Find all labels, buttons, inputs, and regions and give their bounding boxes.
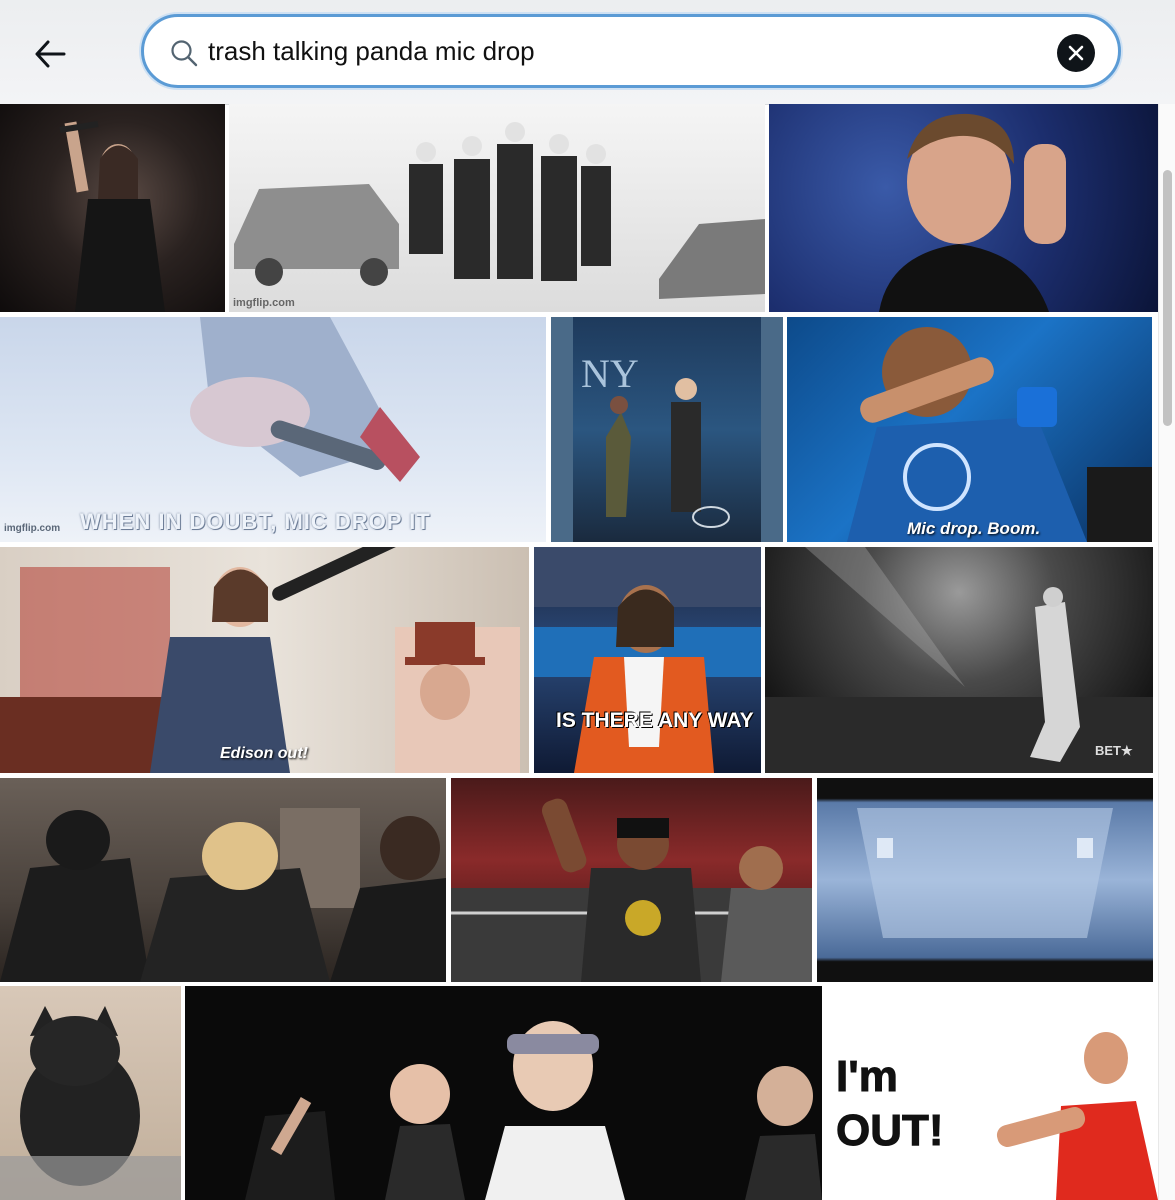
gif-wrestler-finger-gesture[interactable] — [769, 104, 1158, 312]
clear-search-button[interactable] — [1057, 34, 1095, 72]
cat-figure — [0, 1006, 181, 1200]
host-figure — [534, 547, 761, 773]
gif-caption: WHEN IN DOUBT, MIC DROP IT — [80, 509, 431, 534]
gif-caption: Mic drop. Boom. — [907, 519, 1041, 538]
imgflip-watermark: imgflip.com — [4, 523, 61, 534]
back-button[interactable] — [28, 32, 72, 76]
close-x-icon — [1068, 45, 1084, 61]
stage-walker-figure — [765, 547, 1153, 773]
gif-group-dance-cars[interactable]: imgflip.com — [229, 104, 765, 312]
ring-wrestlers-figure — [451, 798, 812, 982]
imgflip-watermark: imgflip.com — [233, 297, 295, 309]
gif-is-there-any-way[interactable]: IS THERE ANY WAY — [534, 547, 761, 773]
performers-figure — [245, 1021, 822, 1200]
gif-singer-mic-raise[interactable] — [0, 104, 225, 312]
gif-when-in-doubt[interactable]: WHEN IN DOUBT, MIC DROP IT imgflip.com — [0, 317, 546, 542]
gif-black-cat[interactable] — [0, 986, 181, 1200]
results-scrollbar[interactable] — [1158, 104, 1175, 1200]
group-jackets-figure — [0, 808, 446, 982]
gif-empty-room[interactable] — [817, 778, 1153, 982]
gif-wrestler-mic-drop[interactable]: Mic drop. Boom. — [787, 317, 1152, 542]
scrollbar-thumb[interactable] — [1163, 170, 1172, 426]
gif-im-out[interactable]: I'm OUT! — [826, 986, 1158, 1200]
gif-group-performance[interactable] — [185, 986, 822, 1200]
gif-caption: Edison out! — [220, 745, 308, 762]
svg-text:NY: NY — [581, 351, 639, 396]
dancers-figure: imgflip.com — [233, 122, 765, 309]
search-header — [0, 0, 1175, 105]
arrow-left-icon — [35, 40, 66, 68]
room-figure — [857, 808, 1113, 938]
gif-caption: I'm OUT! — [836, 1052, 945, 1156]
gif-results-grid: imgflip.com WHEN IN DOUBT, MIC DROP IT i… — [0, 104, 1158, 1200]
singer-figure — [59, 121, 165, 312]
search-box[interactable] — [141, 14, 1121, 88]
gif-awards-stage[interactable]: NY — [551, 317, 783, 542]
gif-wrestling-ring[interactable] — [451, 778, 812, 982]
bet-watermark: BET★ — [1095, 743, 1133, 758]
singer-edison-figure — [0, 547, 520, 773]
search-input[interactable] — [208, 31, 1028, 71]
gif-stage-walkoff[interactable]: BET★ — [765, 547, 1153, 773]
gif-edison-out[interactable]: Edison out! — [0, 547, 529, 773]
gif-caption: IS THERE ANY WAY — [556, 709, 754, 732]
wrestler-figure — [879, 113, 1066, 312]
stage-figures: NY — [551, 317, 783, 542]
gif-group-leather-jackets[interactable] — [0, 778, 446, 982]
magnifier-icon — [171, 40, 198, 67]
wrestler-mic-figure — [847, 327, 1152, 542]
